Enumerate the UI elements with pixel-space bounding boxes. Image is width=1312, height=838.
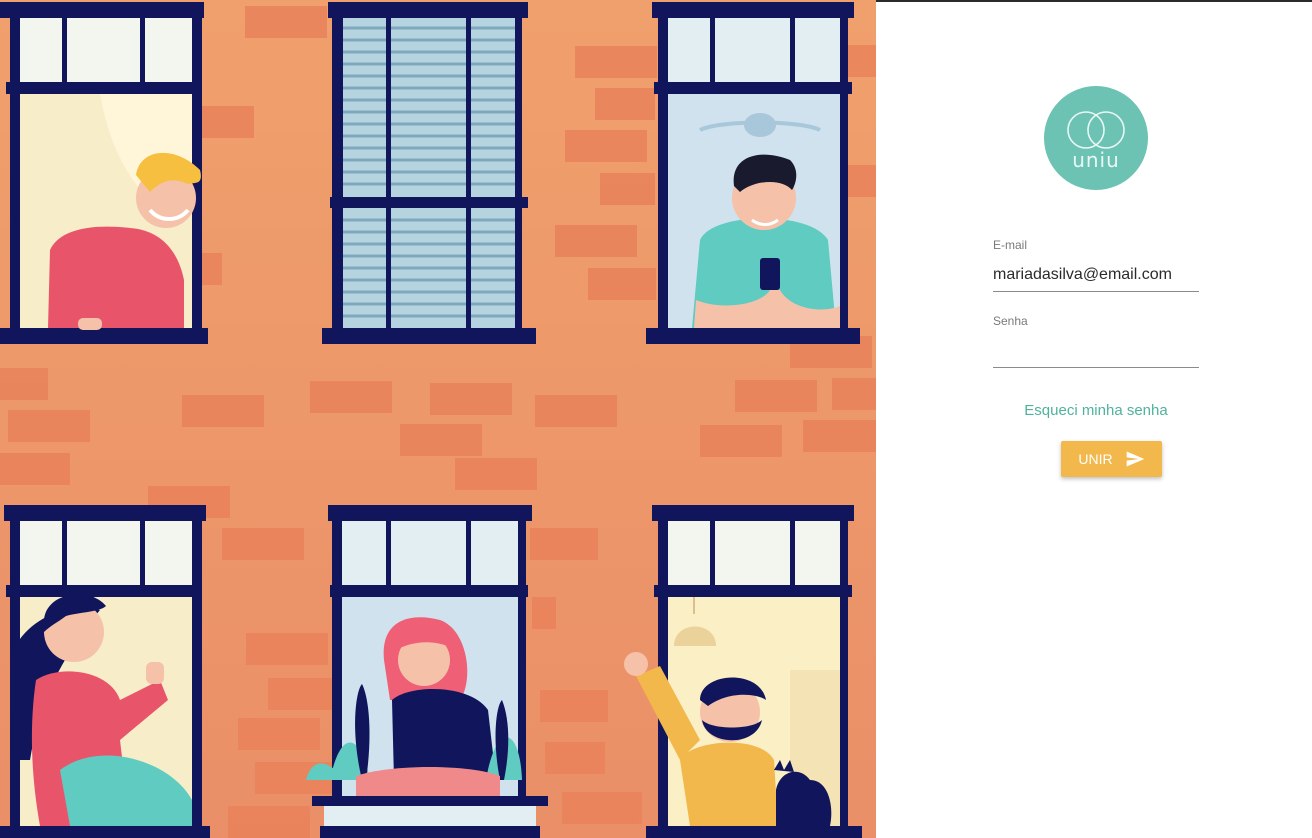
uniu-logo: uniu <box>1044 86 1148 190</box>
email-field-group: E-mail <box>993 238 1199 292</box>
email-input[interactable] <box>993 258 1199 292</box>
email-label: E-mail <box>993 238 1028 252</box>
login-panel: uniu E-mail Senha Esqueci minha senha UN… <box>876 2 1312 838</box>
password-field-group: Senha <box>993 314 1199 368</box>
submit-button[interactable]: UNIR <box>1061 441 1162 477</box>
forgot-password-link[interactable]: Esqueci minha senha <box>993 402 1199 419</box>
apartment-illustration <box>0 0 876 838</box>
password-input[interactable] <box>993 334 1199 368</box>
password-label: Senha <box>993 314 1028 328</box>
send-icon <box>1126 451 1144 467</box>
submit-label: UNIR <box>1078 451 1113 467</box>
logo-text: uniu <box>1072 148 1120 172</box>
rings-logo-icon <box>1067 111 1125 149</box>
